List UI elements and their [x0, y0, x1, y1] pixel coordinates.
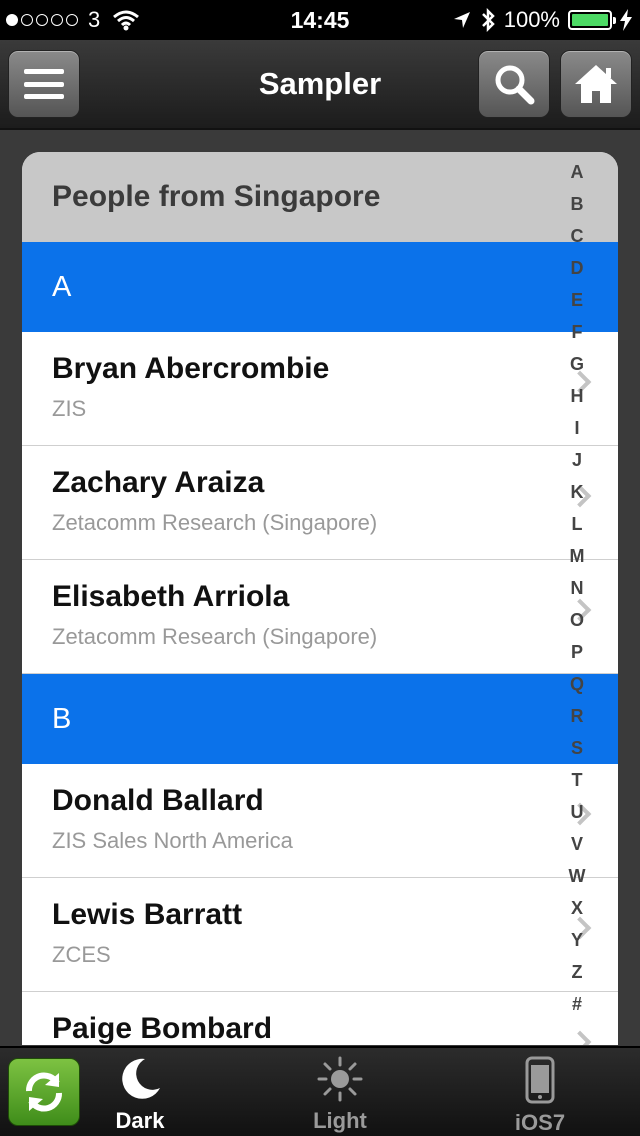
alphabet-index[interactable]: A B C D E F G H I J K L M N O P Q R S T U V W X Y Z # — [560, 156, 594, 1020]
tab-bar: Dark Light iOS7 — [0, 1046, 640, 1136]
index-letter[interactable]: I — [574, 412, 579, 444]
index-letter[interactable]: X — [571, 892, 583, 924]
person-name: Paige Bombard — [52, 1012, 273, 1045]
tab-dark[interactable]: Dark — [85, 1056, 195, 1136]
list-title: People from Singapore — [22, 152, 618, 242]
chevron-right-icon — [568, 1030, 592, 1045]
person-name: Donald Ballard — [52, 784, 264, 817]
person-name: Elisabeth Arriola — [52, 580, 290, 613]
carrier-label: 3 — [88, 7, 101, 32]
list-item[interactable]: Elisabeth Arriola Zetacomm Research (Sin… — [22, 560, 618, 674]
index-letter[interactable]: D — [571, 252, 584, 284]
status-right: 100% — [452, 0, 632, 40]
person-company: ZIS — [52, 396, 87, 421]
index-letter[interactable]: G — [570, 348, 584, 380]
phone-icon — [525, 1056, 555, 1104]
list-item[interactable]: Lewis Barratt ZCES — [22, 878, 618, 992]
signal-strength-icon — [6, 14, 78, 26]
index-letter[interactable]: O — [570, 604, 584, 636]
index-letter[interactable]: Q — [570, 668, 584, 700]
battery-percent: 100% — [503, 7, 560, 32]
person-name: Zachary Araiza — [52, 466, 265, 499]
index-letter[interactable]: N — [571, 572, 584, 604]
moon-icon — [122, 1058, 160, 1099]
index-letter[interactable]: S — [571, 732, 583, 764]
tab-ios7-label: iOS7 — [514, 1110, 566, 1135]
battery-icon — [568, 10, 616, 30]
home-icon — [575, 65, 617, 103]
list-item[interactable]: Donald Ballard ZIS Sales North America — [22, 764, 618, 878]
section-header-a: A — [22, 242, 618, 332]
refresh-button[interactable] — [8, 1058, 80, 1126]
index-letter[interactable]: P — [571, 636, 583, 668]
index-letter[interactable]: W — [569, 860, 586, 892]
tab-light-label: Light — [313, 1108, 367, 1133]
person-name: Bryan Abercrombie — [52, 352, 330, 385]
wifi-icon — [113, 10, 140, 31]
index-letter[interactable]: T — [572, 764, 583, 796]
index-letter[interactable]: # — [572, 988, 582, 1020]
index-letter[interactable]: B — [571, 188, 584, 220]
index-letter[interactable]: H — [571, 380, 584, 412]
index-letter[interactable]: E — [571, 284, 583, 316]
index-letter[interactable]: A — [571, 156, 584, 188]
index-letter[interactable]: Y — [571, 924, 583, 956]
index-letter[interactable]: Z — [572, 956, 583, 988]
sun-icon — [317, 1056, 363, 1102]
index-letter[interactable]: L — [572, 508, 583, 540]
people-list-panel: People from Singapore A Bryan Abercrombi… — [22, 152, 618, 1045]
index-letter[interactable]: J — [572, 444, 582, 476]
person-company: Zetacomm Research (Singapore) — [52, 510, 378, 535]
person-company: ZCES — [52, 942, 111, 967]
index-letter[interactable]: M — [570, 540, 585, 572]
index-letter[interactable]: K — [571, 476, 584, 508]
bluetooth-icon — [481, 8, 495, 32]
status-bar: 3 14:45 100% — [0, 0, 640, 40]
person-company: ZIS Sales North America — [52, 828, 293, 853]
list-item[interactable]: Zachary Araiza Zetacomm Research (Singap… — [22, 446, 618, 560]
search-button[interactable] — [478, 50, 550, 118]
tab-ios7[interactable]: iOS7 — [485, 1056, 595, 1136]
index-letter[interactable]: R — [571, 700, 584, 732]
person-name: Lewis Barratt — [52, 898, 243, 931]
index-letter[interactable]: V — [571, 828, 583, 860]
person-company: Zetacomm Research (Singapore) — [52, 624, 378, 649]
tab-dark-label: Dark — [115, 1108, 165, 1133]
navigation-bar: Sampler — [0, 40, 640, 130]
list-item[interactable]: Bryan Abercrombie ZIS — [22, 332, 618, 446]
tab-light[interactable]: Light — [285, 1056, 395, 1136]
index-letter[interactable]: F — [572, 316, 583, 348]
list-item[interactable]: Paige Bombard — [22, 992, 618, 1045]
index-letter[interactable]: U — [571, 796, 584, 828]
search-icon — [495, 65, 535, 105]
refresh-icon — [26, 1072, 62, 1112]
signal-carrier: 3 — [6, 0, 140, 40]
location-arrow-icon — [453, 12, 470, 28]
home-button[interactable] — [560, 50, 632, 118]
charging-bolt-icon — [620, 9, 632, 31]
section-header-b: B — [22, 674, 618, 764]
index-letter[interactable]: C — [571, 220, 584, 252]
